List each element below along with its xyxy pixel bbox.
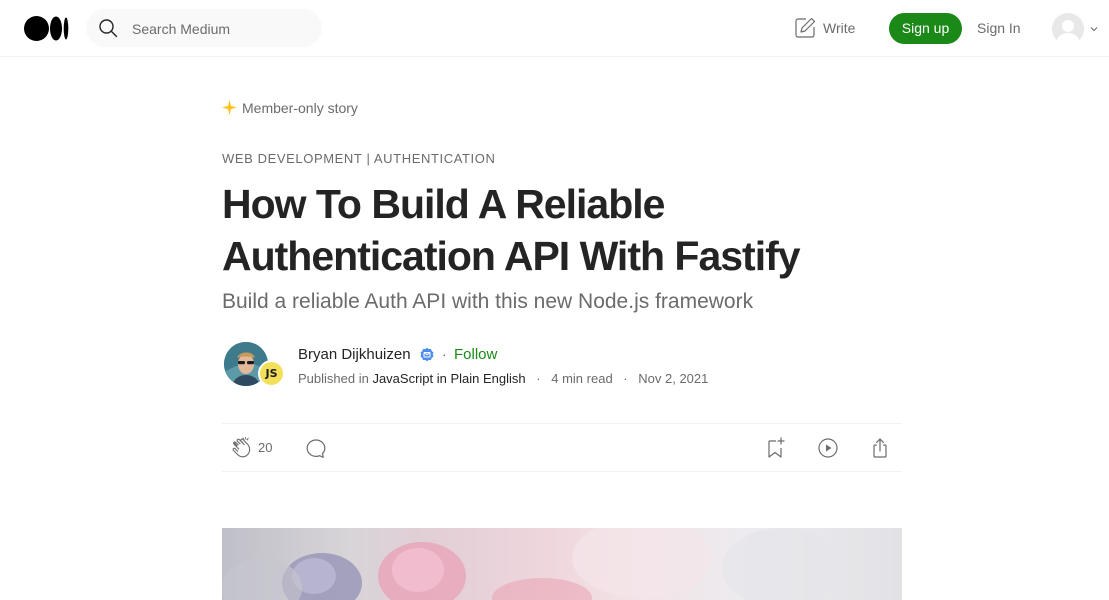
article-action-bar: 20 [222,423,902,472]
article-title: How To Build A Reliable Authentication A… [222,181,801,279]
follow-button[interactable]: Follow [454,346,497,363]
user-icon [1056,20,1080,45]
publish-date: Nov 2, 2021 [638,371,709,386]
publication-badge[interactable]: JS [258,360,285,387]
avatar[interactable] [1052,13,1084,45]
article-subtitle: Build a reliable Auth API with this new … [222,290,754,313]
member-only-text: Member-only story [242,100,358,116]
author-name[interactable]: Bryan Dijkhuizen [298,346,411,363]
separator-dot: · [536,371,541,386]
sparkle-icon [222,100,237,115]
search-bar[interactable]: Search Medium [86,9,322,47]
user-menu[interactable] [1052,13,1100,45]
top-navigation-bar: Search Medium Write Sign up Sign In [0,0,1109,57]
hero-image [222,528,902,600]
bookmark-add-icon[interactable] [763,436,787,460]
verified-badge-icon [420,347,434,362]
clap-count: 20 [258,440,273,455]
search-icon [99,19,118,38]
clap-icon[interactable] [231,436,255,460]
share-icon[interactable] [868,436,892,460]
play-icon[interactable] [816,436,840,460]
read-time: 4 min read [551,371,613,386]
article-kicker: WEB DEVELOPMENT | AUTHENTICATION [222,151,496,166]
search-input[interactable]: Search Medium [132,21,230,37]
published-in-label: Published in [298,371,369,386]
write-label: Write [823,20,856,36]
comment-icon[interactable] [304,436,328,460]
write-icon [795,17,816,38]
sign-up-button[interactable]: Sign up [889,13,962,44]
author-block: JS Bryan Dijkhuizen · Follow Published i… [222,340,902,388]
separator-dot: · [623,371,628,386]
article-meta: Published in JavaScript in Plain English… [298,371,708,386]
publication-link[interactable]: JavaScript in Plain English [372,371,525,386]
medium-logo[interactable] [24,16,69,41]
chevron-down-icon [1090,27,1098,32]
separator-dot: · [442,346,447,362]
sign-in-link[interactable]: Sign In [977,20,1021,36]
